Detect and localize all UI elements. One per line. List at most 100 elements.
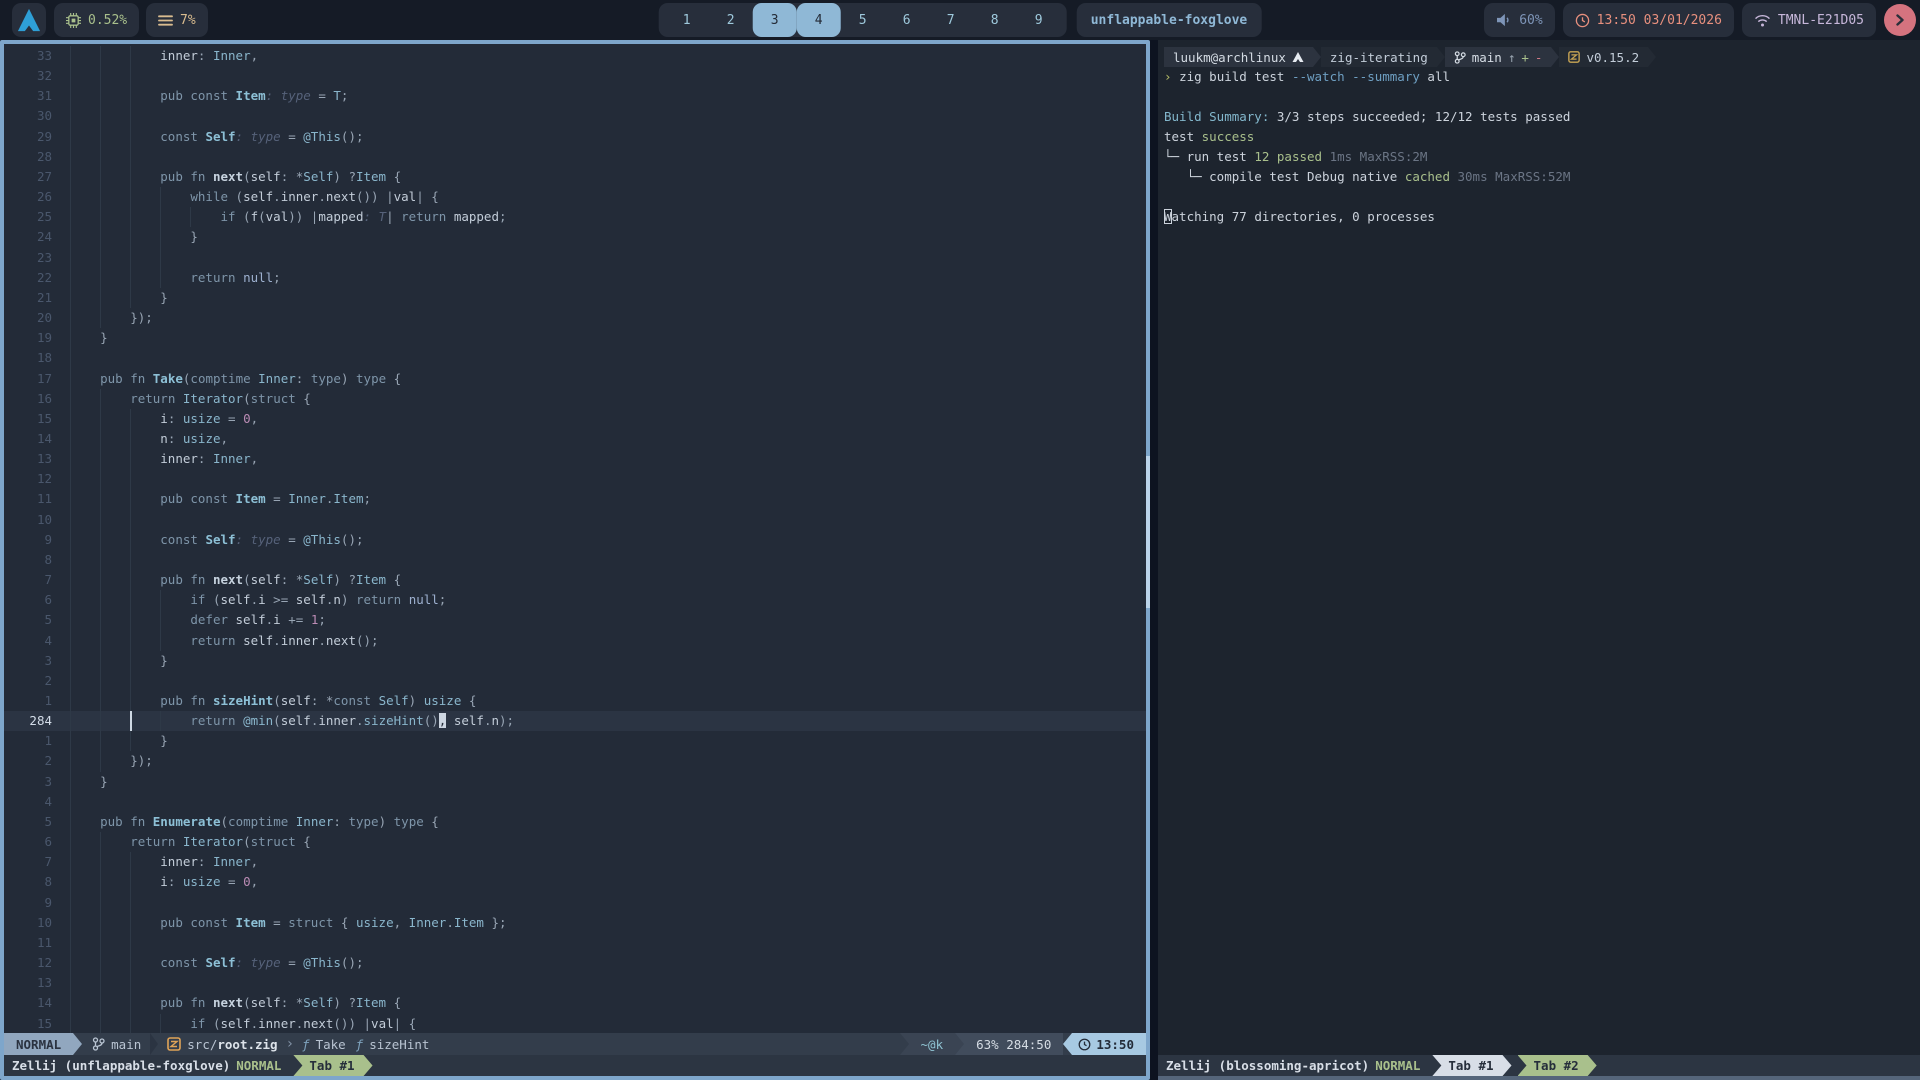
- code-token: Item: [356, 995, 386, 1010]
- code-line[interactable]: 9const Self: type = @This();: [4, 530, 1146, 550]
- power-button[interactable]: [1884, 4, 1916, 36]
- workspace-tab-1[interactable]: 1: [665, 3, 709, 37]
- workspace-tab-6[interactable]: 6: [885, 3, 929, 37]
- code-area[interactable]: 33inner: Inner,3231pub const Item: type …: [4, 44, 1146, 1033]
- code-line[interactable]: 27pub fn next(self: *Self) ?Item {: [4, 167, 1146, 187]
- code-line[interactable]: 25if (f(val)) |mapped: T| return mapped;: [4, 207, 1146, 227]
- code-line[interactable]: 13inner: Inner,: [4, 449, 1146, 469]
- code-line[interactable]: 26while (self.inner.next()) |val| {: [4, 187, 1146, 207]
- code-line[interactable]: 12: [4, 469, 1146, 489]
- indent-guide: [100, 1014, 130, 1034]
- code-line[interactable]: 20});: [4, 308, 1146, 328]
- indent-guide: [130, 993, 160, 1013]
- code-token: Iterator: [183, 834, 243, 849]
- workspace-tab-5[interactable]: 5: [841, 3, 885, 37]
- code-line[interactable]: 23: [4, 248, 1146, 268]
- code-line[interactable]: 13: [4, 973, 1146, 993]
- git-deleted-flag: -: [1535, 50, 1543, 65]
- code-line[interactable]: 10pub const Item = struct { usize, Inner…: [4, 913, 1146, 933]
- code-line[interactable]: 2: [4, 671, 1146, 691]
- code-token: .: [251, 592, 259, 607]
- terminal-window[interactable]: luukm@archlinux zig-iterating: [1158, 40, 1920, 1080]
- code-line[interactable]: 5defer self.i += 1;: [4, 610, 1146, 630]
- terminal-output[interactable]: luukm@archlinux zig-iterating: [1158, 40, 1920, 1055]
- code-line[interactable]: 17pub fn Take(comptime Inner: type) type…: [4, 369, 1146, 389]
- indent-guide: [130, 288, 160, 308]
- powerline-arrow: [955, 1033, 964, 1055]
- code-line[interactable]: 32: [4, 66, 1146, 86]
- workspace-tab-9[interactable]: 9: [1017, 3, 1061, 37]
- code-line[interactable]: 11pub const Item = Inner.Item;: [4, 489, 1146, 509]
- code-line[interactable]: 12const Self: type = @This();: [4, 953, 1146, 973]
- code-line[interactable]: 31pub const Item: type = T;: [4, 86, 1146, 106]
- code-token: : *: [281, 169, 304, 184]
- code-line[interactable]: 6if (self.i >= self.n) return null;: [4, 590, 1146, 610]
- code-line[interactable]: 8i: usize = 0,: [4, 872, 1146, 892]
- scrollbar-thumb[interactable]: [1146, 456, 1150, 608]
- volume-widget[interactable]: 60%: [1484, 3, 1554, 37]
- workspace-tab-3[interactable]: 3: [753, 3, 797, 37]
- code-line[interactable]: 29const Self: type = @This();: [4, 127, 1146, 147]
- code-line[interactable]: 2});: [4, 751, 1146, 771]
- code-line[interactable]: 15i: usize = 0,: [4, 409, 1146, 429]
- code-line[interactable]: 21}: [4, 288, 1146, 308]
- code-line[interactable]: 33inner: Inner,: [4, 46, 1146, 66]
- terminal-line: └─ compile test Debug native cached 30ms…: [1164, 167, 1920, 187]
- workspace-tab-8[interactable]: 8: [973, 3, 1017, 37]
- code-line[interactable]: 11: [4, 933, 1146, 953]
- indent-guide: [130, 933, 160, 953]
- line-number: 33: [4, 46, 52, 66]
- code-token: return: [190, 633, 243, 648]
- code-line[interactable]: 7pub fn next(self: *Self) ?Item {: [4, 570, 1146, 590]
- code-token: mapped: [454, 209, 499, 224]
- line-number: 2: [4, 751, 52, 771]
- indent-guide: [70, 489, 100, 509]
- indent-guide: [70, 691, 100, 711]
- code-line[interactable]: 14pub fn next(self: *Self) ?Item {: [4, 993, 1146, 1013]
- code-line[interactable]: 30: [4, 106, 1146, 126]
- indent-guide: [130, 631, 160, 651]
- indent-guide: [130, 711, 160, 731]
- workspace-tab-4[interactable]: 4: [797, 3, 841, 37]
- code-line[interactable]: 4return self.inner.next();: [4, 631, 1146, 651]
- line-number: 29: [4, 127, 52, 147]
- code-line[interactable]: 14n: usize,: [4, 429, 1146, 449]
- code-line[interactable]: 10: [4, 510, 1146, 530]
- code-line[interactable]: 6return Iterator(struct {: [4, 832, 1146, 852]
- code-line[interactable]: 3}: [4, 772, 1146, 792]
- code-token: =: [221, 411, 244, 426]
- zellij-right-tab-tab-2[interactable]: Tab #2: [1518, 1055, 1597, 1076]
- zellij-right-tab-tab-1[interactable]: Tab #1: [1432, 1055, 1511, 1076]
- code-line[interactable]: 8: [4, 550, 1146, 570]
- code-token: Item: [333, 491, 363, 506]
- line-number: 11: [4, 489, 52, 509]
- code-line[interactable]: 7inner: Inner,: [4, 852, 1146, 872]
- code-token: Item: [236, 88, 266, 103]
- code-line[interactable]: 18: [4, 348, 1146, 368]
- code-line[interactable]: 24}: [4, 227, 1146, 247]
- code-token: =: [311, 88, 334, 103]
- code-line[interactable]: 1}: [4, 731, 1146, 751]
- code-line[interactable]: 1pub fn sizeHint(self: *const Self) usiz…: [4, 691, 1146, 711]
- workspace-tab-7[interactable]: 7: [929, 3, 973, 37]
- code-line[interactable]: 19}: [4, 328, 1146, 348]
- code-token: usize: [183, 411, 221, 426]
- indent-guide: [100, 993, 130, 1013]
- zellij-title: Zellij (blossoming-apricot): [1166, 1058, 1369, 1073]
- code-line[interactable]: 16return Iterator(struct {: [4, 389, 1146, 409]
- line-number: 9: [4, 530, 52, 550]
- code-line[interactable]: 15if (self.inner.next()) |val| {: [4, 1014, 1146, 1034]
- code-line[interactable]: 4: [4, 792, 1146, 812]
- code-line-current[interactable]: 284return @min(self.inner.sizeHint(), se…: [4, 711, 1146, 731]
- code-line[interactable]: 28: [4, 147, 1146, 167]
- code-line[interactable]: 3}: [4, 651, 1146, 671]
- editor-window[interactable]: 33inner: Inner,3231pub const Item: type …: [0, 40, 1150, 1080]
- code-token: .: [356, 713, 364, 728]
- arch-logo[interactable]: [12, 3, 46, 37]
- clock-text: 13:50 03/01/2026: [1597, 13, 1722, 28]
- code-line[interactable]: 5pub fn Enumerate(comptime Inner: type) …: [4, 812, 1146, 832]
- workspace-tab-2[interactable]: 2: [709, 3, 753, 37]
- code-line[interactable]: 22return null;: [4, 268, 1146, 288]
- zellij-left-tab-tab-1[interactable]: Tab #1: [293, 1055, 372, 1076]
- code-line[interactable]: 9: [4, 893, 1146, 913]
